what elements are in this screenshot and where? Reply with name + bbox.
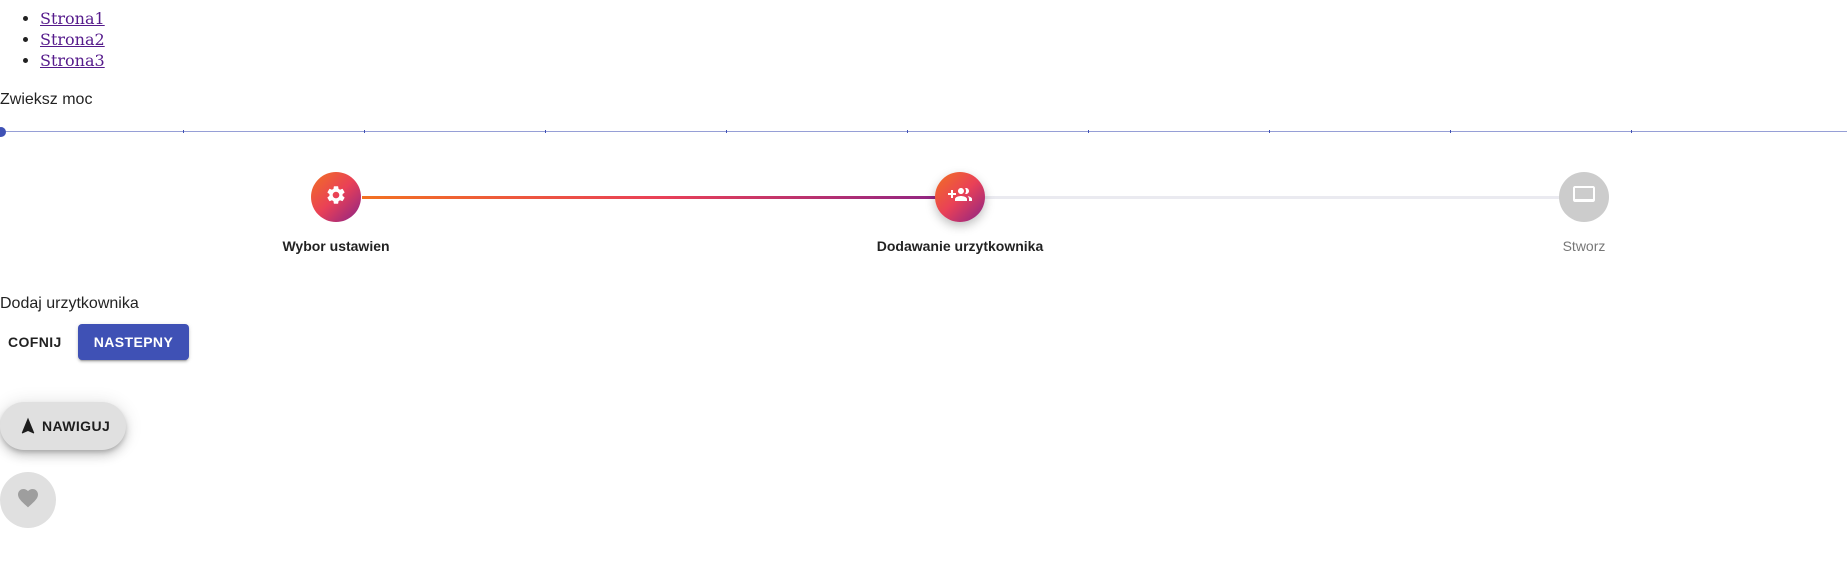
step-content-text: Dodaj urzytkownika <box>0 295 139 312</box>
slider-mark <box>183 130 184 133</box>
slider-thumb[interactable] <box>0 127 6 137</box>
step-icon-container <box>1559 172 1609 222</box>
slider-mark <box>726 130 727 133</box>
step-label: Wybor ustawien <box>282 238 390 254</box>
step-label: Dodawanie urzytkownika <box>876 238 1044 254</box>
step-icon-container <box>311 172 361 222</box>
slider-label: Zwieksz moc <box>0 91 93 108</box>
nav-link-strona1[interactable]: Strona1 <box>40 9 105 28</box>
group-add-icon <box>948 183 972 212</box>
video-label-icon <box>1572 183 1596 212</box>
nav-item: Strona1 <box>40 8 105 29</box>
nav-item: Strona2 <box>40 29 105 50</box>
power-slider[interactable] <box>0 124 1847 140</box>
slider-rail[interactable] <box>0 131 1847 132</box>
navigate-label: NAWIGUJ <box>42 418 111 434</box>
nav-item: Strona3 <box>40 50 105 71</box>
navigation-icon <box>18 416 38 436</box>
back-button[interactable]: COFNIJ <box>0 324 70 360</box>
step-label: Stworz <box>1562 238 1606 254</box>
step-wybor-ustawien: Wybor ustawien <box>186 172 486 256</box>
settings-icon <box>325 184 347 211</box>
slider-mark <box>907 130 908 133</box>
slider-mark <box>1631 130 1632 133</box>
step-dodawanie-urzytkownika: Dodawanie urzytkownika <box>810 172 1110 256</box>
next-button[interactable]: NASTEPNY <box>77 324 190 360</box>
favorite-fab-button[interactable] <box>0 472 56 528</box>
navigate-fab-button[interactable]: NAWIGUJ <box>0 402 127 450</box>
slider-mark <box>545 130 546 133</box>
step-actions: COFNIJ NASTEPNY <box>0 324 190 360</box>
stepper: Wybor ustawien Dodawanie urzytkownika St… <box>0 172 1847 262</box>
slider-mark <box>1450 130 1451 133</box>
nav-link-strona2[interactable]: Strona2 <box>40 30 105 49</box>
nav-link-strona3[interactable]: Strona3 <box>40 51 105 70</box>
page: Strona1 Strona2 Strona3 Zwieksz moc Wybo… <box>0 0 1847 566</box>
heart-icon <box>16 486 40 515</box>
slider-mark <box>1088 130 1089 133</box>
step-stworz: Stworz <box>1434 172 1734 256</box>
nav-list: Strona1 Strona2 Strona3 <box>0 8 105 71</box>
slider-mark <box>1269 130 1270 133</box>
step-icon-container <box>935 172 985 222</box>
slider-mark <box>364 130 365 133</box>
